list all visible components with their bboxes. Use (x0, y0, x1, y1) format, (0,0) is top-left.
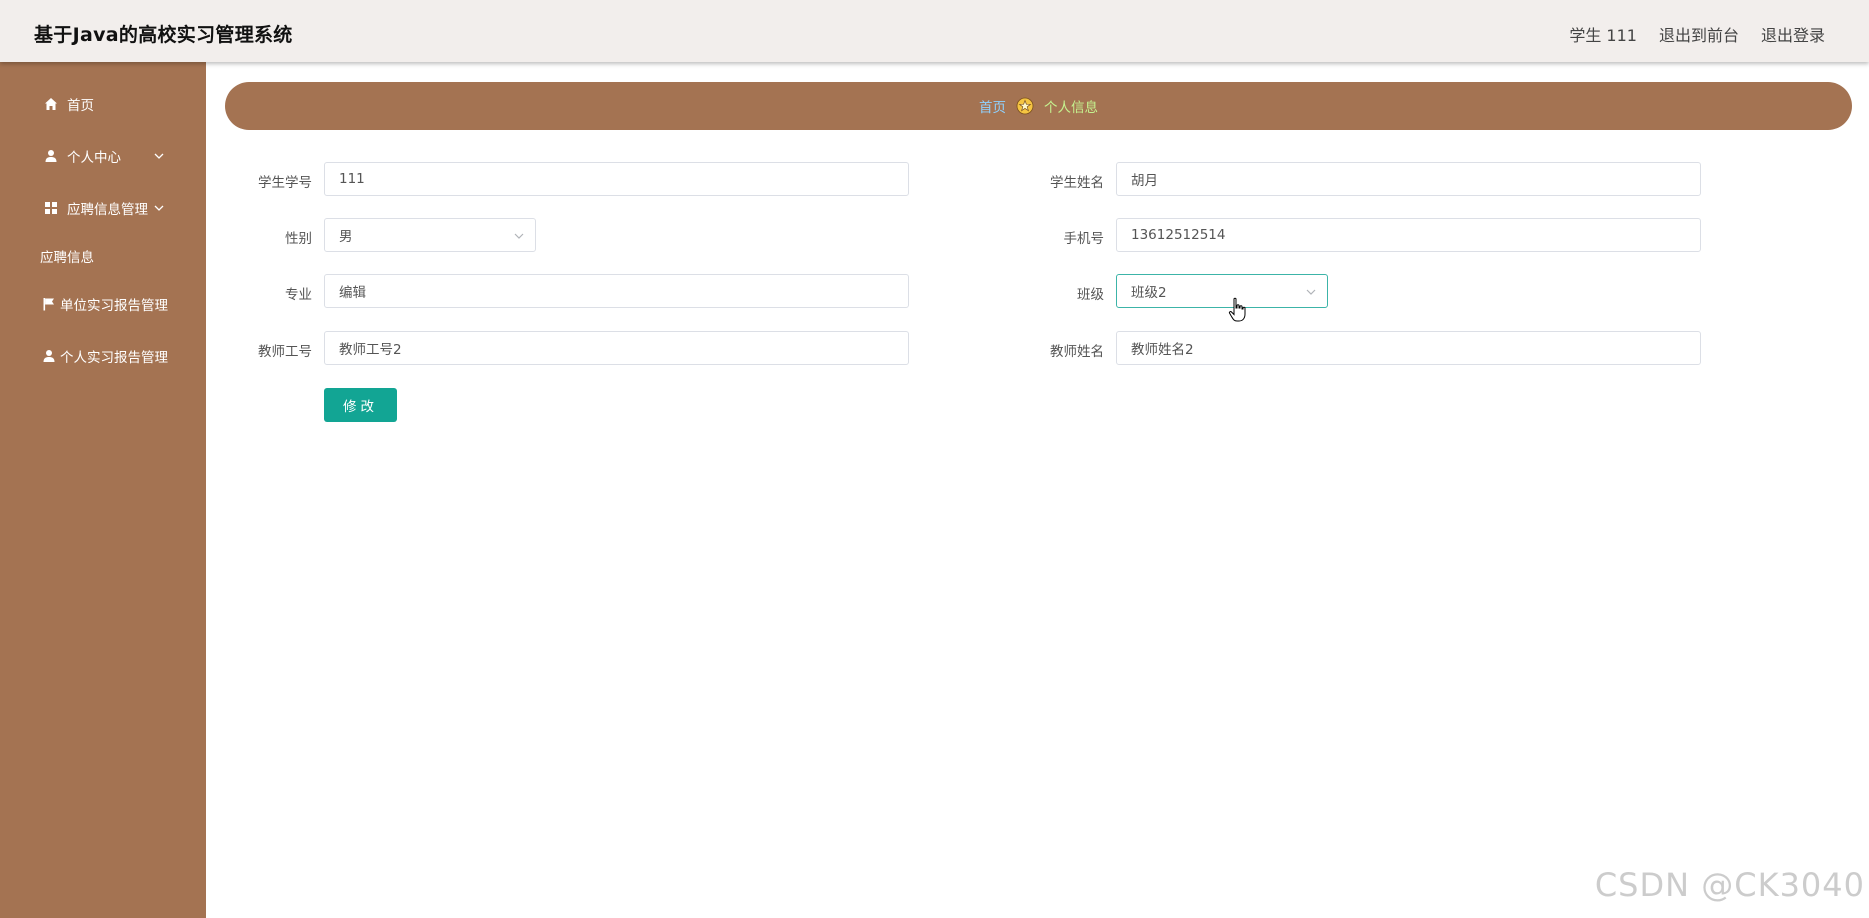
modify-button[interactable]: 修改 (324, 388, 397, 422)
logout-link[interactable]: 退出登录 (1761, 22, 1825, 46)
gender-label: 性别 (285, 231, 312, 247)
app-title: 基于Java的高校实习管理系统 (34, 24, 293, 46)
major-label: 专业 (285, 287, 312, 303)
flag-icon (42, 297, 56, 311)
sidebar-item-personal-report-management[interactable]: 个人实习报告管理 (42, 346, 168, 366)
sidebar-item-home[interactable]: 首页 (44, 94, 94, 114)
chevron-down-icon (153, 202, 165, 214)
student-id-input[interactable]: 111 (324, 162, 909, 196)
sidebar-item-personal-center[interactable]: 个人中心 (44, 146, 165, 166)
exit-to-front-link[interactable]: 退出到前台 (1659, 22, 1739, 46)
top-header: 基于Java的高校实习管理系统 学生 111 退出到前台 退出登录 (0, 0, 1869, 62)
phone-label: 手机号 (1063, 231, 1105, 247)
class-select[interactable]: 班级2 (1116, 274, 1328, 308)
home-icon (44, 97, 58, 111)
gender-select[interactable]: 男 (324, 218, 536, 252)
chevron-down-icon (1305, 286, 1317, 298)
header-actions: 学生 111 退出到前台 退出登录 (1569, 22, 1825, 46)
teacher-id-label: 教师工号 (258, 344, 312, 360)
sidebar-item-job-info-management[interactable]: 应聘信息管理 (44, 198, 165, 218)
sidebar-item-label: 个人实习报告管理 (60, 350, 168, 366)
breadcrumb-current: 个人信息 (1044, 100, 1098, 116)
user-icon (42, 349, 56, 363)
grid-icon (44, 201, 58, 215)
breadcrumb-home-link[interactable]: 首页 (979, 96, 1006, 116)
teacher-name-label: 教师姓名 (1050, 344, 1104, 360)
hand-cursor-icon (1228, 297, 1248, 323)
sidebar-item-label: 单位实习报告管理 (60, 298, 168, 314)
major-input[interactable]: 编辑 (324, 274, 909, 308)
sidebar-item-label: 首页 (67, 98, 94, 114)
chevron-down-icon (153, 150, 165, 162)
student-name-input[interactable]: 胡月 (1116, 162, 1701, 196)
phone-input[interactable]: 13612512514 (1116, 218, 1701, 252)
breadcrumb: 首页 个人信息 (225, 82, 1852, 130)
sidebar-item-job-info[interactable]: 应聘信息 (40, 246, 94, 266)
class-label: 班级 (1077, 287, 1104, 303)
student-id-label: 学生学号 (258, 175, 312, 191)
sidebar-item-label: 个人中心 (67, 150, 121, 166)
teacher-id-input[interactable]: 教师工号2 (324, 331, 909, 365)
sidebar-item-unit-report-management[interactable]: 单位实习报告管理 (42, 294, 168, 314)
sidebar-item-label: 应聘信息管理 (67, 202, 148, 218)
chevron-down-icon (513, 230, 525, 242)
teacher-name-input[interactable]: 教师姓名2 (1116, 331, 1701, 365)
user-icon (44, 149, 58, 163)
sidebar: 首页 个人中心 应聘信息管理 应聘信息 单位实习报告管理 个人实习报告管理 (0, 62, 206, 918)
star-icon (1016, 97, 1034, 115)
student-name-label: 学生姓名 (1050, 175, 1104, 191)
watermark: CSDN @CK3040 (1594, 866, 1865, 904)
sidebar-item-label: 应聘信息 (40, 250, 94, 266)
current-user-label: 学生 111 (1569, 26, 1637, 45)
gender-select-value: 男 (339, 229, 353, 245)
class-select-value: 班级2 (1131, 285, 1167, 301)
